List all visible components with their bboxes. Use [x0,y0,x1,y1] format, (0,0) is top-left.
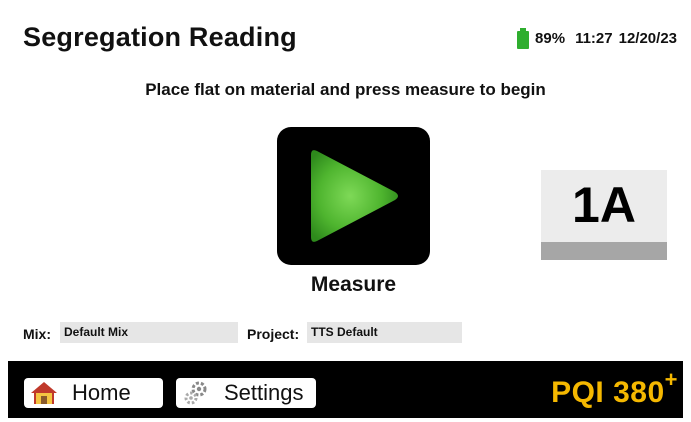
battery-icon [517,28,530,49]
measure-button[interactable] [277,127,430,265]
clock-date: 12/20/23 [618,30,677,47]
battery-percent: 89% [535,30,566,47]
play-icon [311,150,398,242]
mix-field[interactable]: Default Mix [60,322,238,343]
project-field[interactable]: TTS Default [307,322,462,343]
gears-icon [184,381,207,405]
settings-label: Settings [224,380,304,405]
settings-button[interactable]: Settings [176,378,316,408]
reading-value: 1A [572,177,636,233]
home-label: Home [72,380,131,405]
page-title: Segregation Reading [23,22,297,52]
brand-logo: PQI 380+ [551,367,678,409]
reading-display: 1A [541,170,667,260]
home-button[interactable]: Home [24,378,163,408]
project-label: Project: [247,326,300,342]
clock-time: 11:27 [575,30,613,47]
instruction-text: Place flat on material and press measure… [145,80,546,99]
house-icon [31,382,57,404]
measure-label: Measure [310,273,397,296]
bottom-bar: Home Settings PQI 380+ [8,361,683,418]
reading-bar [541,242,667,260]
mix-label: Mix: [23,326,51,342]
status-bar: 89% 11:27 12/20/23 [517,28,677,49]
screen: Segregation Reading 89% 11:27 12/20/23 P… [8,8,683,418]
